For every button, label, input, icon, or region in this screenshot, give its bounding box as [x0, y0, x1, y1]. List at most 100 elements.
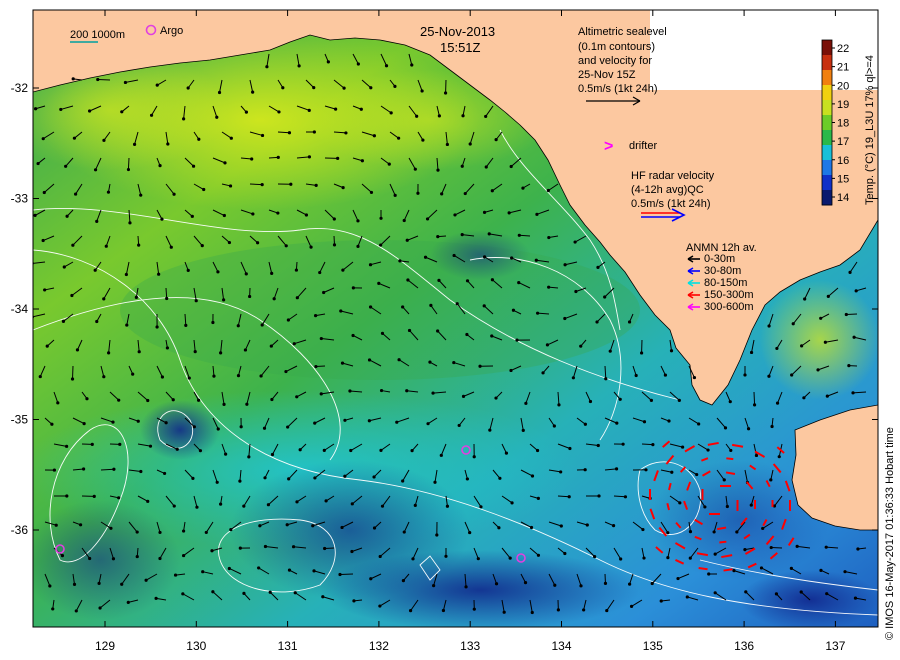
- velocity-arrow-head: [356, 244, 360, 248]
- velocity-arrow-head: [181, 592, 185, 596]
- velocity-arrow-head: [476, 557, 480, 561]
- velocity-arrow-head: [292, 342, 296, 346]
- lat-tick-label: -36: [11, 523, 29, 537]
- velocity-arrow-head: [85, 397, 89, 401]
- colorbar-tick-label: 14: [837, 192, 849, 204]
- velocity-arrow-head: [372, 475, 376, 479]
- velocity-arrow-head: [260, 323, 264, 327]
- velocity-arrow-head: [96, 77, 100, 82]
- velocity-arrow-head: [144, 578, 148, 582]
- velocity-arrow-head: [65, 444, 69, 448]
- velocity-arrow-head: [825, 394, 829, 398]
- velocity-arrow-head: [688, 556, 692, 560]
- velocity-arrow-head: [294, 268, 299, 272]
- velocity-arrow-head: [259, 374, 263, 378]
- velocity-arrow-head: [56, 401, 60, 405]
- velocity-arrow-head: [322, 448, 326, 452]
- velocity-arrow-head: [222, 213, 226, 218]
- velocity-arrow-head: [171, 398, 175, 402]
- lon-tick-label: 131: [278, 639, 298, 653]
- velocity-arrow-head: [148, 444, 153, 448]
- velocity-arrow-head: [754, 453, 759, 458]
- velocity-arrow-head: [472, 607, 476, 611]
- velocity-arrow-head: [563, 551, 567, 556]
- velocity-arrow-head: [194, 299, 198, 303]
- velocity-arrow-head: [465, 332, 469, 337]
- velocity-arrow-head: [193, 350, 197, 354]
- velocity-arrow-head: [216, 427, 220, 431]
- velocity-arrow-head: [574, 289, 578, 294]
- velocity-arrow-head: [343, 474, 347, 478]
- velocity-arrow-head: [369, 190, 374, 195]
- velocity-arrow-head: [65, 494, 69, 498]
- velocity-arrow-head: [457, 423, 461, 428]
- velocity-arrow-head: [36, 161, 40, 166]
- hf-radar-line-3: 0.5m/s (1kt 24h): [631, 198, 710, 210]
- velocity-arrow-head: [819, 316, 823, 320]
- altimetry-line-2: (0.1m contours): [578, 41, 655, 53]
- colorbar-segment: [822, 190, 832, 206]
- velocity-arrow-head: [465, 477, 469, 481]
- velocity-arrow-head: [535, 212, 539, 216]
- velocity-arrow-head: [287, 477, 291, 481]
- velocity-arrow-head: [406, 278, 410, 282]
- velocity-arrow-head: [298, 448, 302, 452]
- velocity-arrow-head: [677, 398, 681, 402]
- velocity-arrow-head: [82, 422, 86, 426]
- velocity-arrow-head: [517, 233, 521, 237]
- velocity-arrow-head: [41, 238, 45, 243]
- velocity-arrow-head: [160, 217, 164, 221]
- velocity-arrow: [127, 157, 130, 170]
- velocity-arrow-head: [692, 375, 697, 380]
- velocity-arrow-head: [825, 592, 829, 596]
- altimetry-line-5: 0.5m/s (1kt 24h): [578, 83, 657, 95]
- velocity-arrow-head: [595, 320, 599, 324]
- map-plot: 129 130 131 132 133 134 135 136 137 -32 -33 -34 -35 -…: [11, 9, 896, 653]
- velocity-arrow-head: [468, 530, 472, 535]
- velocity-arrow-head: [368, 263, 373, 267]
- colorbar-tick-label: 20: [837, 80, 849, 92]
- velocity-arrow-head: [307, 108, 311, 112]
- velocity-arrow-head: [128, 221, 132, 225]
- velocity-arrow-head: [426, 422, 430, 426]
- velocity-arrow-head: [238, 479, 242, 483]
- velocity-arrow-head: [117, 398, 121, 402]
- velocity-arrow-head: [219, 351, 223, 355]
- velocity-arrow-head: [118, 442, 122, 446]
- velocity-arrow-head: [494, 582, 499, 586]
- velocity-arrow-head: [534, 258, 538, 262]
- velocity-arrow-head: [380, 504, 385, 508]
- velocity-arrow-head: [497, 526, 501, 530]
- velocity-arrow-head: [666, 556, 670, 560]
- velocity-arrow-head: [258, 524, 262, 528]
- velocity-arrow-head: [154, 596, 158, 600]
- velocity-arrow-head: [663, 373, 668, 377]
- velocity-arrow-head: [413, 167, 417, 171]
- velocity-arrow-head: [360, 159, 364, 163]
- velocity-arrow-head: [149, 113, 154, 117]
- velocity-arrow-head: [453, 213, 457, 217]
- velocity-arrow-head: [33, 107, 38, 111]
- velocity-arrow-head: [697, 422, 701, 426]
- velocity-arrow-head: [521, 428, 525, 432]
- velocity-arrow-head: [510, 501, 514, 505]
- velocity-arrow-head: [490, 189, 494, 193]
- velocity-arrow-head: [126, 600, 130, 605]
- velocity-arrow-head: [621, 442, 625, 446]
- velocity-arrow-head: [211, 320, 215, 325]
- velocity-arrow-head: [286, 318, 290, 322]
- velocity-arrow-head: [853, 596, 858, 600]
- velocity-arrow-head: [744, 590, 748, 594]
- velocity-arrow-head: [379, 216, 383, 220]
- velocity-arrow-head: [285, 523, 289, 527]
- velocity-arrow-head: [93, 268, 97, 272]
- velocity-arrow-head: [852, 335, 856, 339]
- credit-text: © IMOS 16-May-2017 01:36:33 Hobart time: [884, 427, 896, 640]
- velocity-arrow-head: [571, 376, 575, 380]
- velocity-arrow-head: [268, 590, 272, 594]
- velocity-arrow-head: [552, 424, 556, 428]
- velocity-arrow-head: [568, 446, 572, 451]
- velocity-arrow-head: [443, 91, 448, 95]
- velocity-arrow-head: [65, 214, 69, 218]
- velocity-arrow-head: [186, 268, 190, 272]
